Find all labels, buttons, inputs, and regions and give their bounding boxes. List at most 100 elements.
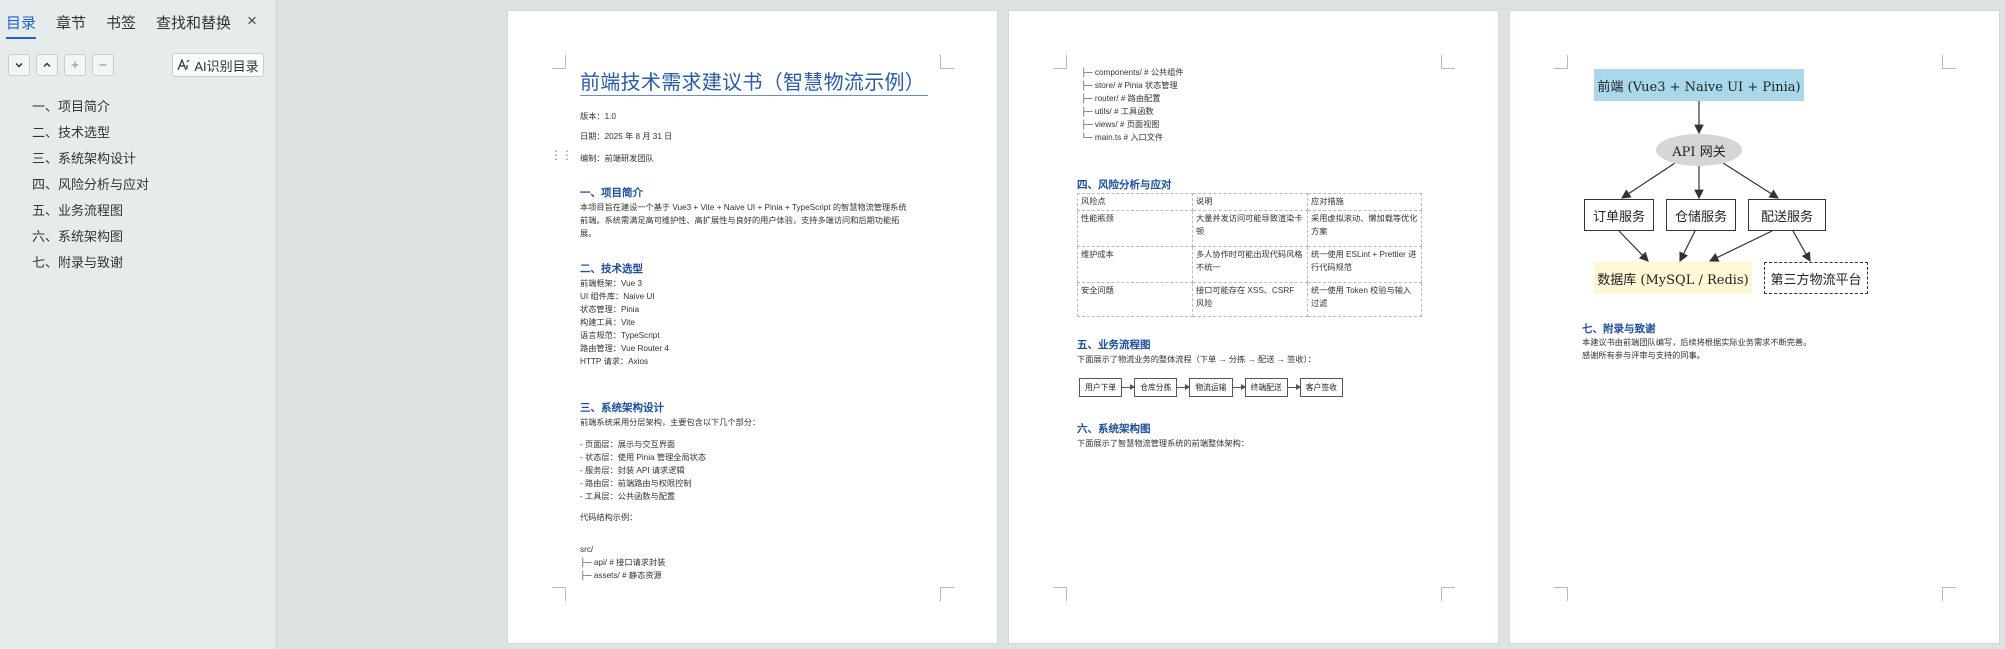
table-cell: 应对措施: [1307, 193, 1422, 211]
ai-recognize-toc-button[interactable]: AI识别目录: [172, 53, 264, 77]
paragraph-line: 下面展示了物流业务的整体流程（下单 → 分拣 → 配送 → 签收）：: [1077, 355, 1316, 364]
toc-item-risk[interactable]: 四、风险分析与应对: [32, 176, 149, 202]
toc-item-arch[interactable]: 三、系统架构设计: [32, 150, 149, 176]
section-heading: 一、项目简介: [580, 187, 643, 199]
flow-step: 客户签收: [1299, 378, 1343, 397]
toc-list: 一、项目简介 二、技术选型 三、系统架构设计 四、风险分析与应对 五、业务流程图…: [32, 98, 149, 280]
code-line: ├─ api/ # 接口请求封装: [580, 558, 666, 567]
tech-item: UI 组件库：Naive UI: [580, 292, 655, 301]
tab-toc[interactable]: 目录: [6, 12, 37, 39]
tab-find-replace[interactable]: 查找和替换: [156, 12, 231, 34]
paragraph-line: 前端。系统需满足高可维护性、高扩展性与良好的用户体验，支持多端访问和后期功能拓: [580, 216, 900, 225]
layer-item: - 状态层：使用 Pinia 管理全局状态: [580, 453, 707, 462]
paragraph-line: 本建议书由前端团队编写，后续将根据实际业务需求不断完善。: [1582, 338, 1812, 347]
paragraph-line: 感谢所有参与评审与支持的同事。: [1582, 351, 1705, 360]
diagram-node-warehouse-service: 仓储服务: [1666, 199, 1736, 231]
tech-item: 状态管理：Pinia: [580, 305, 640, 314]
crop-mark: [1942, 587, 1956, 601]
code-line: src/: [580, 545, 594, 554]
tab-chapters[interactable]: 章节: [56, 12, 86, 34]
meta-date: 日期：2025 年 8 月 31 日: [580, 132, 673, 141]
add-level-button[interactable]: [64, 54, 86, 76]
tech-item: HTTP 请求：Axios: [580, 357, 649, 366]
arrow-right-icon: [1122, 384, 1136, 390]
expand-up-button[interactable]: [36, 54, 58, 76]
paragraph-line: 展。: [580, 229, 597, 238]
table-row: 风险点 说明 应对措施: [1077, 193, 1422, 211]
document-page-1[interactable]: 前端技术需求建议书（智慧物流示例） 版本：1.0 日期：2025 年 8 月 3…: [507, 10, 998, 644]
table-cell: 统一使用 Token 校验与输入过滤: [1307, 282, 1422, 317]
navigation-pane: 目录 章节 书签 查找和替换 × AI识别目录 一、项目简介 二、技术选型 三、…: [0, 0, 277, 649]
section-heading: 六、系统架构图: [1077, 423, 1151, 435]
crop-mark: [1441, 55, 1455, 69]
collapse-down-button[interactable]: [8, 54, 30, 76]
plus-icon: [71, 61, 79, 69]
drag-handle-icon[interactable]: ⋮⋮: [550, 149, 573, 167]
toc-item-appendix[interactable]: 七、附录与致谢: [32, 254, 149, 280]
section-heading: 七、附录与致谢: [1582, 323, 1656, 335]
architecture-connectors: [1618, 101, 1811, 263]
toc-item-diagram[interactable]: 六、系统架构图: [32, 228, 149, 254]
tech-item: 构建工具：Vite: [580, 318, 635, 327]
flow-step: 物流运输: [1189, 378, 1233, 397]
toc-item-tech[interactable]: 二、技术选型: [32, 124, 149, 150]
arrow-right-icon: [1287, 384, 1301, 390]
section-heading: 二、技术选型: [580, 263, 643, 275]
document-page-3[interactable]: 前端 (Vue3 + Naive UI + Pinia) API 网关 订单服务…: [1509, 10, 2000, 644]
tech-item: 前端框架：Vue 3: [580, 279, 643, 288]
table-row: 性能瓶颈 大量并发访问可能导致渲染卡顿 采用虚拟滚动、懒加载等优化方案: [1077, 210, 1422, 247]
section-heading: 五、业务流程图: [1077, 339, 1151, 351]
toc-item-flow[interactable]: 五、业务流程图: [32, 202, 149, 228]
title-underline: [580, 95, 928, 96]
diagram-node-third-party: 第三方物流平台: [1764, 262, 1868, 294]
sidebar-tabs: 目录 章节 书签 查找和替换: [6, 12, 231, 39]
tech-item: 路由管理：Vue Router 4: [580, 344, 669, 353]
crop-mark: [940, 587, 954, 601]
tab-bookmarks[interactable]: 书签: [106, 12, 136, 34]
toc-toolbar: [8, 54, 114, 76]
remove-level-button[interactable]: [92, 54, 114, 76]
flow-step: 用户下单: [1079, 378, 1123, 397]
code-line: └─ main.ts # 入口文件: [1081, 133, 1164, 142]
toc-item-intro[interactable]: 一、项目简介: [32, 98, 149, 124]
table-cell: 安全问题: [1077, 282, 1193, 317]
paragraph-line: 下面展示了智慧物流管理系统的前端整体架构：: [1077, 439, 1249, 448]
table-cell: 采用虚拟滚动、懒加载等优化方案: [1307, 210, 1422, 247]
tech-item: 语言规范：TypeScript: [580, 331, 660, 340]
code-line: ├─ store/ # Pinia 状态管理: [1081, 81, 1178, 90]
flow-step: 仓库分拣: [1134, 378, 1178, 397]
table-cell: 风险点: [1077, 193, 1193, 211]
code-line: ├─ views/ # 页面视图: [1081, 120, 1160, 129]
code-line: ├─ router/ # 路由配置: [1081, 94, 1161, 103]
close-icon[interactable]: ×: [242, 11, 262, 31]
meta-author: 编制：前端研发团队: [580, 154, 654, 163]
code-line: ├─ assets/ # 静态资源: [580, 571, 662, 580]
table-cell: 说明: [1192, 193, 1308, 211]
section-heading: 三、系统架构设计: [580, 402, 664, 414]
crop-mark: [940, 55, 954, 69]
code-line: ├─ utils/ # 工具函数: [1081, 107, 1154, 116]
diagram-node-delivery-service: 配送服务: [1748, 199, 1826, 231]
meta-version: 版本：1.0: [580, 112, 616, 121]
document-page-2[interactable]: ├─ components/ # 公共组件 ├─ store/ # Pinia …: [1008, 10, 1499, 644]
chevron-down-icon: [15, 62, 23, 68]
crop-mark: [1053, 587, 1067, 601]
table-cell: 性能瓶颈: [1077, 210, 1193, 247]
arrow-right-icon: [1177, 384, 1191, 390]
diagram-node-gateway: API 网关: [1656, 134, 1742, 166]
table-cell: 统一使用 ESLint + Prettier 进行代码规范: [1307, 246, 1422, 283]
minus-icon: [99, 64, 107, 66]
crop-mark: [1554, 587, 1568, 601]
risk-table: 风险点 说明 应对措施 性能瓶颈 大量并发访问可能导致渲染卡顿 采用虚拟滚动、懒…: [1077, 193, 1422, 317]
diagram-node-order-service: 订单服务: [1584, 199, 1654, 231]
paragraph-line: 代码结构示例：: [580, 513, 638, 522]
crop-mark: [552, 55, 566, 69]
table-row: 维护成本 多人协作时可能出现代码风格不统一 统一使用 ESLint + Pret…: [1077, 246, 1422, 283]
code-line: ├─ components/ # 公共组件: [1081, 68, 1184, 77]
process-flow: 用户下单 仓库分拣 物流运输 终端配送 客户签收: [1079, 378, 1343, 397]
table-cell: 接口可能存在 XSS、CSRF 风险: [1192, 282, 1308, 317]
table-row: 安全问题 接口可能存在 XSS、CSRF 风险 统一使用 Token 校验与输入…: [1077, 282, 1422, 317]
ai-button-label: AI识别目录: [194, 58, 259, 74]
table-cell: 大量并发访问可能导致渲染卡顿: [1192, 210, 1308, 247]
diagram-node-frontend: 前端 (Vue3 + Naive UI + Pinia): [1594, 69, 1804, 101]
